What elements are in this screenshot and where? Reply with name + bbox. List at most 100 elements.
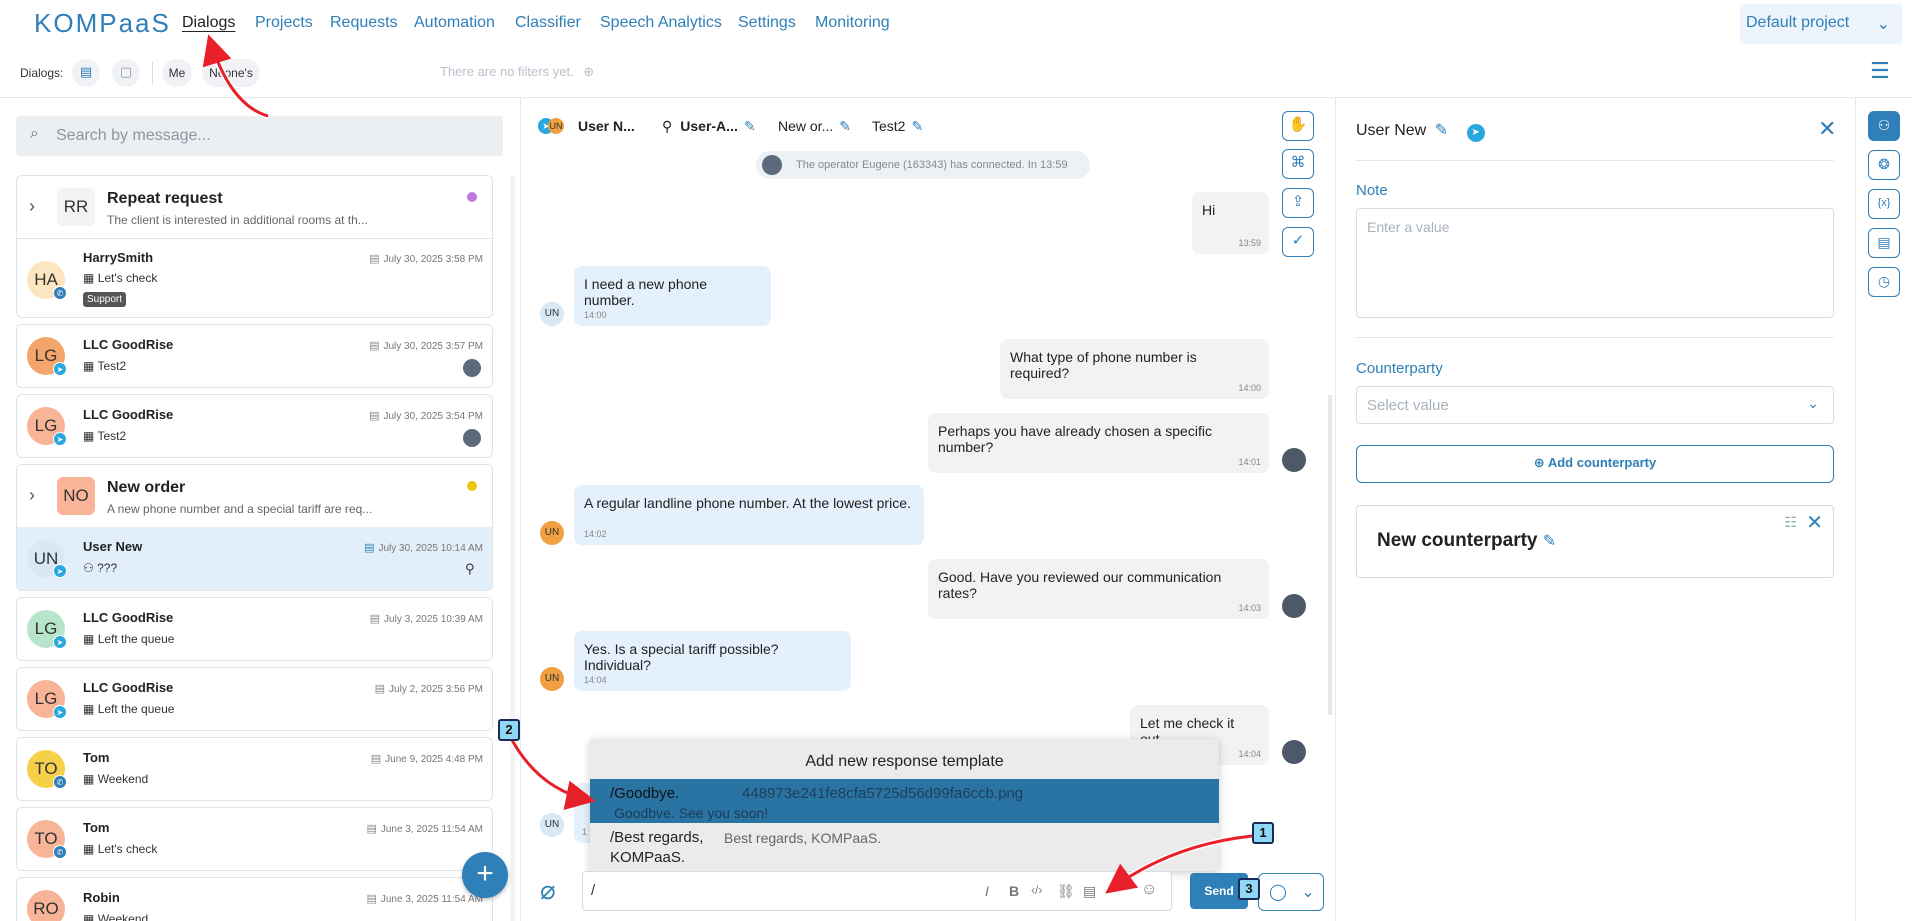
dialog-card[interactable]: LG ➤ LLC GoodRise ▤ July 30, 2025 3:54 PM… bbox=[16, 394, 493, 458]
group-title[interactable]: Repeat request bbox=[107, 190, 223, 208]
status-dot bbox=[467, 192, 477, 202]
chat-scrollbar[interactable] bbox=[1328, 395, 1332, 715]
note-input[interactable] bbox=[1357, 209, 1833, 317]
dialog-text: Left the queue bbox=[97, 702, 175, 716]
dialog-last-message: ⚇ ??? bbox=[83, 561, 117, 575]
dialog-name[interactable]: HarrySmith bbox=[83, 250, 153, 265]
pencil-icon[interactable]: ✎ bbox=[839, 118, 851, 134]
dialog-name[interactable]: LLC GoodRise bbox=[83, 680, 173, 695]
nav-settings[interactable]: Settings bbox=[738, 14, 796, 32]
nav-speech-analytics[interactable]: Speech Analytics bbox=[600, 14, 722, 32]
dialog-card[interactable]: RO Robin ▤ June 3, 2025 11:54 AM ▦ Weeken… bbox=[16, 877, 493, 921]
chat-order[interactable]: New or... ✎ bbox=[778, 118, 851, 135]
add-counterparty-button[interactable]: ⊕ Add counterparty bbox=[1356, 445, 1834, 483]
chat-tag[interactable]: Test2 ✎ bbox=[872, 118, 923, 135]
selected-dialog[interactable]: UN ➤ User New ▤ July 30, 2025 10:14 AM ⚇ … bbox=[17, 527, 492, 590]
emoji-icon[interactable]: ☺ bbox=[1141, 881, 1157, 899]
message-time: 1 bbox=[582, 827, 588, 837]
sliders-icon[interactable]: ☰ bbox=[1870, 58, 1890, 84]
message-time: 14:00 bbox=[584, 310, 607, 320]
filter-me-button[interactable]: Me bbox=[162, 59, 192, 87]
person-icon[interactable]: ⚇ bbox=[1868, 111, 1900, 141]
card-divider bbox=[17, 238, 492, 239]
nav-monitoring[interactable]: Monitoring bbox=[815, 14, 890, 32]
template-icon[interactable]: ▤ bbox=[1083, 883, 1096, 900]
pencil-icon[interactable]: ✎ bbox=[911, 118, 923, 134]
system-message: The operator Eugene (163343) has connect… bbox=[756, 151, 1090, 179]
counterparty-select[interactable]: Select value ⌄ bbox=[1356, 386, 1834, 424]
message-time: 13:59 bbox=[1238, 238, 1261, 248]
dialog-card[interactable]: TO ✆ Tom ▤ June 9, 2025 4:48 PM ▦ Weekend bbox=[16, 737, 493, 801]
dialog-time: ▤ June 9, 2025 4:48 PM bbox=[307, 752, 483, 765]
message-outgoing: Good. Have you reviewed our communicatio… bbox=[928, 559, 1269, 619]
code-icon[interactable]: ‹/› bbox=[1031, 883, 1042, 897]
nav-classifier[interactable]: Classifier bbox=[515, 14, 581, 32]
contact-name: User New bbox=[1356, 122, 1427, 139]
group-title[interactable]: New order bbox=[107, 479, 185, 497]
system-message-text: The operator Eugene (163343) has connect… bbox=[796, 159, 1068, 171]
search-input[interactable] bbox=[56, 124, 486, 148]
share-icon[interactable]: ⇪ bbox=[1282, 188, 1314, 218]
message-incoming: Yes. Is a special tariff possible? Indiv… bbox=[574, 631, 851, 691]
callout-3: 3 bbox=[1238, 878, 1260, 900]
italic-icon[interactable]: I bbox=[985, 883, 989, 899]
operator-avatar bbox=[463, 429, 481, 447]
nav-automation[interactable]: Automation bbox=[414, 14, 495, 32]
close-icon[interactable]: ✕ bbox=[1806, 510, 1823, 535]
filter-someone-button[interactable]: Noone's bbox=[202, 59, 260, 87]
add-template-button[interactable]: Add new response template bbox=[590, 753, 1219, 771]
notes-icon[interactable]: ▤ bbox=[1868, 228, 1900, 258]
tag-icon[interactable]: ⌘ bbox=[1282, 149, 1314, 179]
filter-chat-icon[interactable]: ▤ bbox=[72, 59, 100, 87]
bold-icon[interactable]: B bbox=[1009, 883, 1019, 899]
app-logo[interactable]: KOMPaaS bbox=[34, 8, 171, 39]
dialog-name[interactable]: Tom bbox=[83, 820, 109, 835]
message-mode-button[interactable]: ◯ ⌄ bbox=[1258, 873, 1324, 911]
dialog-card[interactable]: LG ➤ LLC GoodRise ▤ July 3, 2025 10:39 AM… bbox=[16, 597, 493, 661]
nav-projects[interactable]: Projects bbox=[255, 14, 313, 32]
chat-order-label: New or... bbox=[778, 118, 834, 134]
dialog-card[interactable]: TO ✆ Tom ▤ June 3, 2025 11:54 AM ▦ Let's … bbox=[16, 807, 493, 871]
message-input[interactable]: / I B ‹/› ⛓ ▤ ☺ bbox=[582, 871, 1172, 911]
filter-chat-outline-icon[interactable]: ▢ bbox=[112, 59, 140, 87]
dialog-name[interactable]: User New bbox=[83, 539, 142, 554]
project-select-value: Default project bbox=[1746, 14, 1850, 31]
dialog-text: Weekend bbox=[97, 912, 149, 921]
clock-icon[interactable]: ◷ bbox=[1868, 267, 1900, 297]
paperclip-icon[interactable]: ⌀ bbox=[540, 875, 556, 906]
dialog-name[interactable]: Tom bbox=[83, 750, 109, 765]
message-time: 14:00 bbox=[1238, 383, 1261, 393]
message-icon: ▤ bbox=[374, 683, 386, 695]
chevron-right-icon[interactable]: › bbox=[29, 485, 35, 506]
check-icon[interactable]: ✓ bbox=[1282, 227, 1314, 257]
dialog-name[interactable]: LLC GoodRise bbox=[83, 610, 173, 625]
pencil-icon[interactable]: ✎ bbox=[1543, 533, 1556, 550]
template-item[interactable]: /Best regards, KOMPaaS. Best regards, KO… bbox=[590, 827, 1219, 871]
chevron-right-icon[interactable]: › bbox=[29, 196, 35, 217]
template-item[interactable]: /Goodbye. 448973e241fe8cfa5725d56d99fa6c… bbox=[590, 779, 1219, 823]
message-icon: ▦ bbox=[83, 632, 95, 646]
dialog-name[interactable]: Robin bbox=[83, 890, 120, 905]
dialog-card[interactable]: LG ➤ LLC GoodRise ▤ July 30, 2025 3:57 PM… bbox=[16, 324, 493, 388]
new-dialog-button[interactable]: + bbox=[462, 852, 508, 898]
hand-icon[interactable]: ✋ bbox=[1282, 111, 1314, 141]
divider bbox=[1855, 98, 1856, 921]
dialog-card[interactable]: LG ➤ LLC GoodRise ▤ July 2, 2025 3:56 PM … bbox=[16, 667, 493, 731]
link-icon[interactable]: ⛓ bbox=[1057, 883, 1075, 900]
chat-agent[interactable]: ⚲ User-A... ✎ bbox=[662, 118, 756, 135]
pencil-icon[interactable]: ✎ bbox=[1435, 122, 1448, 139]
project-select[interactable]: Default project ⌄ bbox=[1740, 4, 1902, 44]
close-icon[interactable]: ✕ bbox=[1818, 116, 1836, 142]
dialog-list-scrollbar[interactable] bbox=[510, 175, 515, 921]
add-filter-icon[interactable]: ⊕ bbox=[583, 64, 594, 79]
dialog-time-value: June 9, 2025 4:48 PM bbox=[385, 754, 483, 765]
dialog-name[interactable]: LLC GoodRise bbox=[83, 337, 173, 352]
variables-icon[interactable]: {x} bbox=[1868, 189, 1900, 219]
ai-icon[interactable]: ❂ bbox=[1868, 150, 1900, 180]
chat-user[interactable]: User N... bbox=[578, 118, 635, 134]
dialog-name[interactable]: LLC GoodRise bbox=[83, 407, 173, 422]
nav-requests[interactable]: Requests bbox=[330, 14, 398, 32]
pencil-icon[interactable]: ✎ bbox=[744, 118, 756, 134]
tune-icon[interactable]: ☷ bbox=[1784, 514, 1797, 531]
nav-dialogs[interactable]: Dialogs bbox=[182, 14, 235, 32]
